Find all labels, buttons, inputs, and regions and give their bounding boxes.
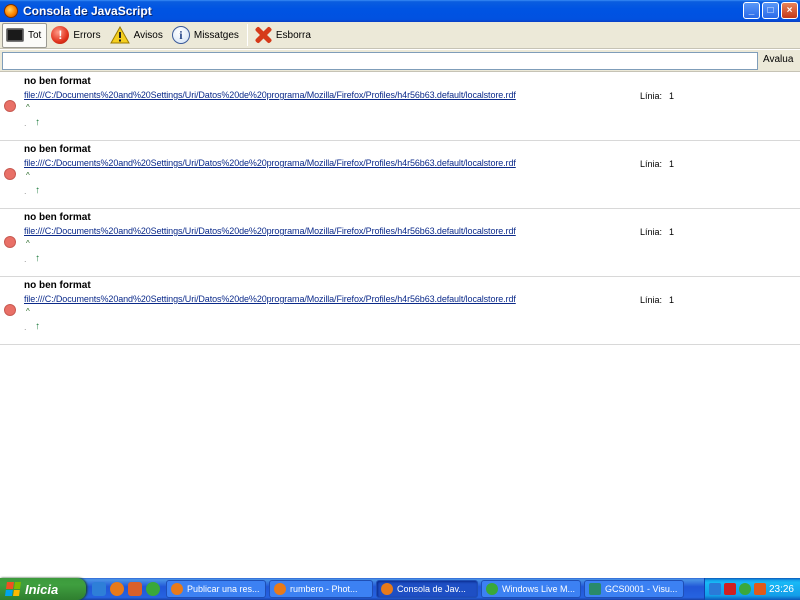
evaluate-bar: Avalua xyxy=(0,50,800,72)
line-number: 1 xyxy=(669,295,675,305)
message-list: no ben format file:///C:/Documents%20and… xyxy=(0,73,800,578)
source-snippet: . xyxy=(24,322,27,332)
list-item: no ben format file:///C:/Documents%20and… xyxy=(0,73,800,141)
window-controls: _ □ × xyxy=(743,2,798,19)
error-dot-icon xyxy=(4,304,16,316)
system-tray: 23:26 xyxy=(704,578,800,600)
messenger-icon[interactable] xyxy=(146,582,160,596)
error-icon: ! xyxy=(51,26,70,44)
error-dot-icon xyxy=(4,168,16,180)
toolbar-separator xyxy=(246,24,248,46)
console-icon xyxy=(6,28,24,42)
up-arrow-icon: ↑ xyxy=(35,117,40,128)
error-dot-icon xyxy=(4,236,16,248)
start-button[interactable]: Inicia xyxy=(0,578,86,600)
close-button[interactable]: × xyxy=(781,2,798,19)
firefox-icon xyxy=(4,4,18,18)
clear-x-icon xyxy=(254,26,272,44)
clock: 23:26 xyxy=(768,583,794,595)
up-arrow-icon: ↑ xyxy=(35,253,40,264)
source-file-link[interactable]: file:///C:/Documents%20and%20Settings/Ur… xyxy=(24,226,516,236)
antivirus-icon[interactable] xyxy=(723,583,736,595)
message-title: no ben format xyxy=(24,144,91,155)
warning-icon xyxy=(109,26,130,44)
title-bar: Consola de JavaScript _ □ × xyxy=(0,0,800,22)
windows-logo-icon xyxy=(5,582,21,596)
tab-all[interactable]: Tot xyxy=(2,22,48,48)
list-item: no ben format file:///C:/Documents%20and… xyxy=(0,141,800,209)
task-label: rumbero - Phot... xyxy=(290,584,358,594)
task-rumbero[interactable]: rumbero - Phot... xyxy=(269,580,373,598)
error-caret: ^ xyxy=(26,307,30,316)
source-snippet: . xyxy=(24,186,27,196)
message-title: no ben format xyxy=(24,280,91,291)
line-label: Línia: xyxy=(640,91,663,101)
task-publish[interactable]: Publicar una res... xyxy=(166,580,266,598)
toolbar: Tot ! Errors Avisos i Missatges Esborra xyxy=(0,22,800,49)
up-arrow-icon: ↑ xyxy=(35,185,40,196)
error-caret: ^ xyxy=(26,239,30,248)
evaluate-input[interactable] xyxy=(2,52,758,70)
messenger-icon xyxy=(486,583,498,595)
clear-button[interactable]: Esborra xyxy=(251,23,316,48)
error-dot-icon xyxy=(4,100,16,112)
ie-icon[interactable] xyxy=(92,582,106,596)
task-live-messenger[interactable]: Windows Live M... xyxy=(481,580,581,598)
messenger-icon[interactable] xyxy=(738,583,751,595)
task-label: GCS0001 - Visu... xyxy=(605,584,678,594)
tab-errors[interactable]: ! Errors xyxy=(48,23,105,48)
source-snippet: . xyxy=(24,254,27,264)
line-number: 1 xyxy=(669,159,675,169)
network-icon[interactable] xyxy=(709,583,721,595)
firefox-icon[interactable] xyxy=(110,582,124,596)
quick-launch xyxy=(86,582,166,596)
task-label: Consola de Jav... xyxy=(397,584,466,594)
media-icon[interactable] xyxy=(128,582,142,596)
firefox-icon xyxy=(381,583,393,595)
list-item: no ben format file:///C:/Documents%20and… xyxy=(0,209,800,277)
tab-warnings-label: Avisos xyxy=(133,29,163,41)
message-title: no ben format xyxy=(24,76,91,87)
alert-icon[interactable] xyxy=(753,583,766,595)
tab-errors-label: Errors xyxy=(73,29,101,41)
start-label: Inicia xyxy=(25,581,59,597)
info-icon: i xyxy=(171,26,190,44)
firefox-icon xyxy=(274,583,286,595)
line-label: Línia: xyxy=(640,159,663,169)
minimize-button[interactable]: _ xyxy=(743,2,760,19)
taskbar: Inicia Publicar una res... rumbero - Pho… xyxy=(0,578,800,600)
message-title: no ben format xyxy=(24,212,91,223)
task-console[interactable]: Consola de Jav... xyxy=(376,580,478,598)
line-label: Línia: xyxy=(640,295,663,305)
line-number: 1 xyxy=(669,91,675,101)
source-file-link[interactable]: file:///C:/Documents%20and%20Settings/Ur… xyxy=(24,90,516,100)
source-file-link[interactable]: file:///C:/Documents%20and%20Settings/Ur… xyxy=(24,294,516,304)
clear-button-label: Esborra xyxy=(275,29,311,41)
error-caret: ^ xyxy=(26,171,30,180)
image-viewer-icon xyxy=(589,583,601,595)
error-caret: ^ xyxy=(26,103,30,112)
task-label: Publicar una res... xyxy=(187,584,260,594)
task-label: Windows Live M... xyxy=(502,584,576,594)
up-arrow-icon: ↑ xyxy=(35,321,40,332)
tab-all-label: Tot xyxy=(28,29,42,41)
tab-warnings[interactable]: Avisos xyxy=(107,23,168,48)
line-number: 1 xyxy=(669,227,675,237)
window-title: Consola de JavaScript xyxy=(23,4,152,18)
evaluate-button[interactable]: Avalua xyxy=(763,54,793,65)
list-item: no ben format file:///C:/Documents%20and… xyxy=(0,277,800,345)
tab-messages[interactable]: i Missatges xyxy=(169,23,244,48)
line-label: Línia: xyxy=(640,227,663,237)
source-file-link[interactable]: file:///C:/Documents%20and%20Settings/Ur… xyxy=(24,158,516,168)
task-image-viewer[interactable]: GCS0001 - Visu... xyxy=(584,580,684,598)
tab-messages-label: Missatges xyxy=(193,29,239,41)
source-snippet: . xyxy=(24,118,27,128)
maximize-button[interactable]: □ xyxy=(762,2,779,19)
firefox-icon xyxy=(171,583,183,595)
